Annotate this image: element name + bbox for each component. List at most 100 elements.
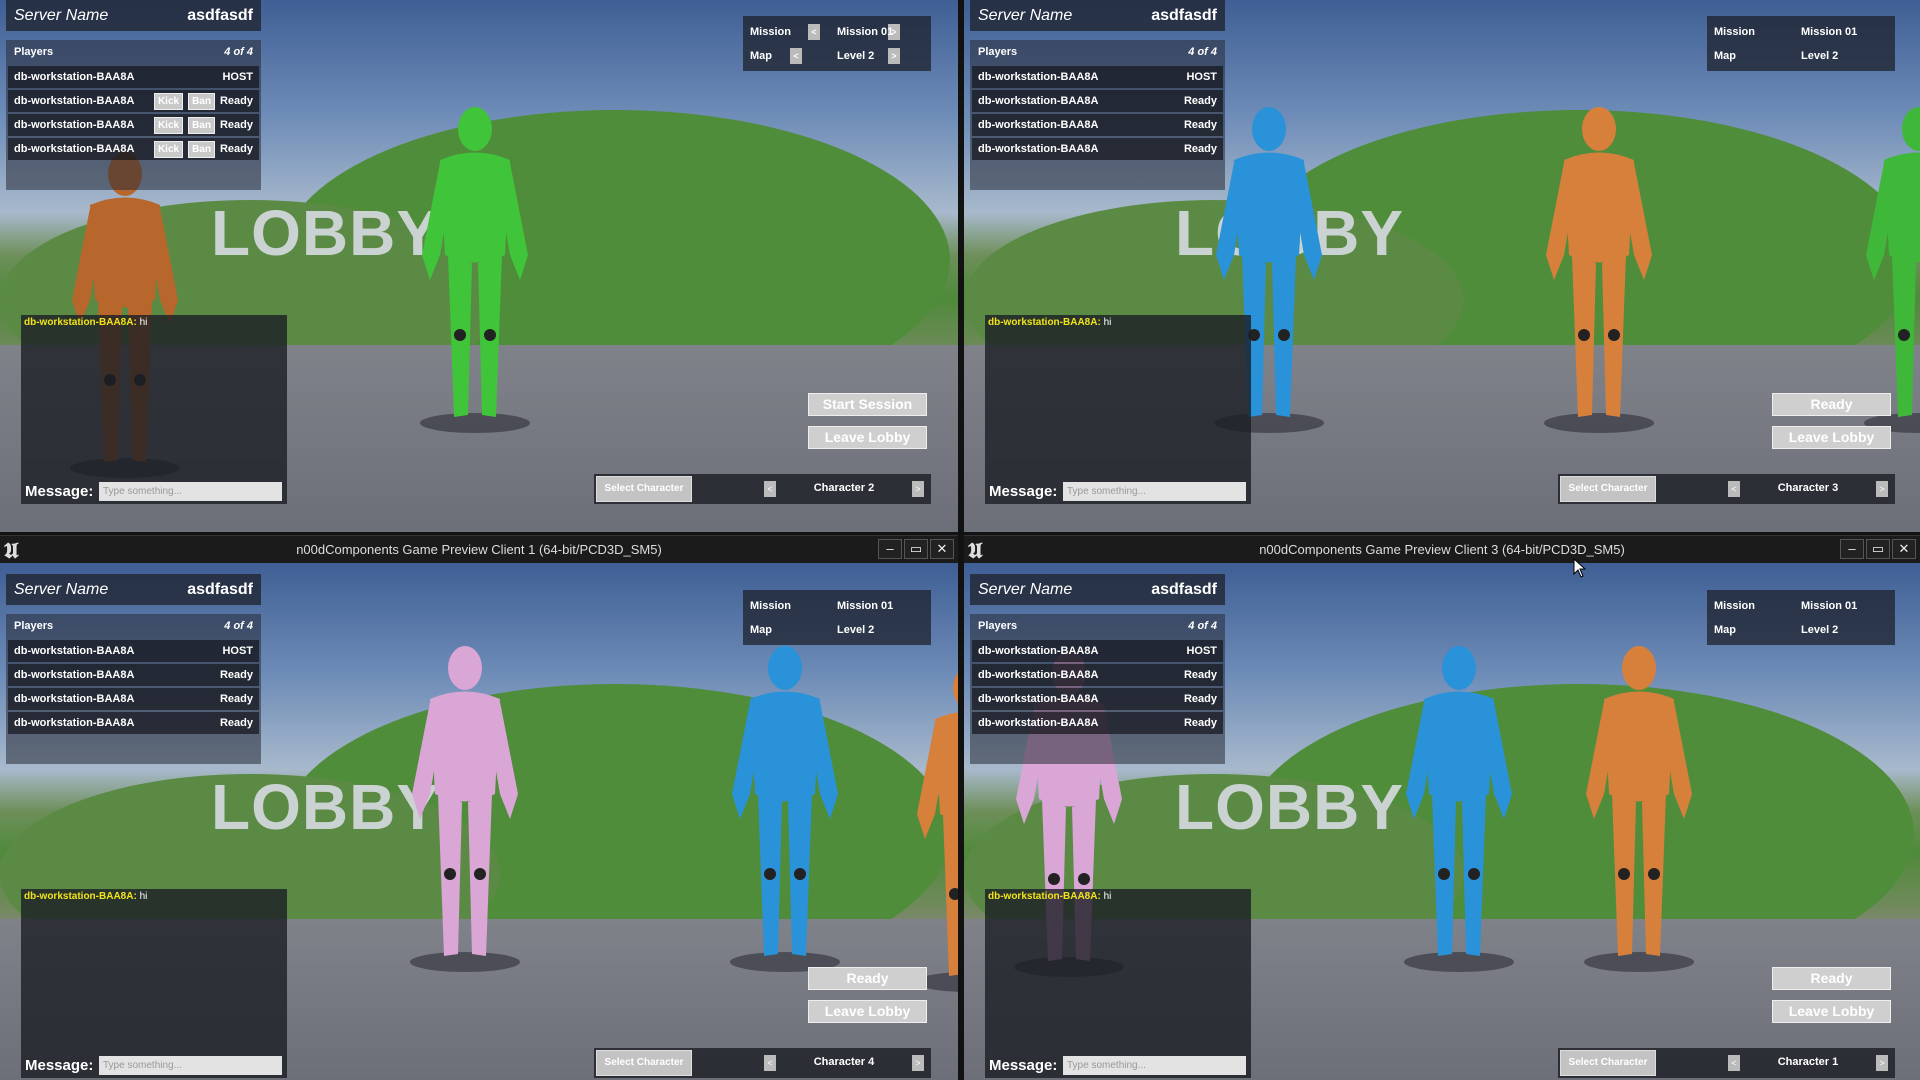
player-status: Ready: [219, 119, 253, 131]
character-value: Character 1: [1777, 1056, 1839, 1068]
window-titlebar[interactable]: 𝖀 n00dComponents Game Preview Client 3 (…: [964, 535, 1920, 564]
message-input[interactable]: Type something...: [99, 1056, 282, 1075]
chat-sender: db-workstation-BAA8A:: [988, 317, 1101, 328]
chat-message: db-workstation-BAA8A: hi: [24, 891, 147, 902]
players-panel: Players 4 of 4 db-workstation-BAA8A HOST …: [970, 40, 1225, 190]
maximize-button[interactable]: ▭: [904, 539, 928, 559]
map-value: Level 2: [837, 624, 875, 636]
message-input[interactable]: Type something...: [1063, 482, 1246, 501]
players-panel: Players 4 of 4 db-workstation-BAA8A HOST …: [6, 614, 261, 764]
ready-button[interactable]: Ready: [1772, 393, 1891, 416]
players-label: Players: [14, 620, 54, 632]
mission-value: Mission 01: [1801, 26, 1858, 38]
player-row: db-workstation-BAA8A HOST: [972, 66, 1223, 88]
character-model: [1544, 107, 1654, 433]
players-count: 4 of 4: [1188, 46, 1217, 58]
player-name: db-workstation-BAA8A: [978, 71, 1099, 83]
character-model: [1404, 646, 1514, 972]
server-name-label: Server Name: [978, 6, 1073, 24]
select-character-button[interactable]: Select Character: [1560, 476, 1656, 502]
minimize-button[interactable]: ‒: [1840, 539, 1864, 559]
player-row: db-workstation-BAA8A Ready: [972, 138, 1223, 160]
game-viewport: LOBBY Server Nameasdfasdf Players4 of 4 …: [0, 563, 958, 1080]
chat-message: db-workstation-BAA8A: hi: [24, 317, 147, 328]
message-label: Message:: [25, 483, 94, 500]
server-name-label: Server Name: [14, 580, 109, 598]
mission-panel: Mission Mission 01 Map Level 2: [1707, 590, 1895, 645]
player-status: Ready: [1183, 119, 1217, 131]
player-status: HOST: [1186, 71, 1217, 83]
chat-text: hi: [1103, 891, 1112, 902]
players-count: 4 of 4: [1188, 620, 1217, 632]
game-window-4: 𝖀 n00dComponents Game Preview Client 3 (…: [964, 535, 1920, 1080]
kick-button[interactable]: Kick: [153, 140, 184, 158]
close-button[interactable]: ✕: [1892, 539, 1916, 559]
player-status: Ready: [1183, 693, 1217, 705]
ready-button[interactable]: Ready: [1772, 967, 1891, 990]
leave-lobby-button[interactable]: Leave Lobby: [808, 1000, 927, 1023]
player-name: db-workstation-BAA8A: [978, 669, 1099, 681]
arrow-left-icon[interactable]: <: [1728, 481, 1740, 497]
players-count: 4 of 4: [224, 620, 253, 632]
start-session-button[interactable]: Start Session: [808, 393, 927, 416]
player-status: Ready: [219, 693, 253, 705]
ready-button[interactable]: Ready: [808, 967, 927, 990]
player-status: Ready: [1183, 95, 1217, 107]
arrow-right-icon[interactable]: >: [1876, 1055, 1888, 1071]
chat-sender: db-workstation-BAA8A:: [24, 317, 137, 328]
player-row: db-workstation-BAA8A HOST: [972, 640, 1223, 662]
arrow-left-icon[interactable]: <: [764, 481, 776, 497]
arrow-left-icon[interactable]: <: [808, 24, 820, 40]
mission-value: Mission 01: [837, 600, 894, 612]
mission-value: Mission 01: [837, 26, 894, 38]
character-model: [730, 646, 840, 972]
lobby-text: LOBBY: [211, 197, 440, 269]
player-status: Ready: [1183, 669, 1217, 681]
ban-button[interactable]: Ban: [188, 140, 215, 158]
player-row: db-workstation-BAA8A Kick Ban Ready: [8, 138, 259, 160]
mission-label: Mission: [750, 600, 791, 612]
player-name: db-workstation-BAA8A: [14, 645, 135, 657]
leave-lobby-button[interactable]: Leave Lobby: [1772, 426, 1891, 449]
game-window-3: 𝖀 n00dComponents Game Preview Client 1 (…: [0, 535, 958, 1080]
players-label: Players: [14, 46, 54, 58]
select-character-button[interactable]: Select Character: [596, 1050, 692, 1076]
message-input[interactable]: Type something...: [1063, 1056, 1246, 1075]
map-label: Map: [750, 624, 772, 636]
select-character-button[interactable]: Select Character: [1560, 1050, 1656, 1076]
player-name: db-workstation-BAA8A: [978, 645, 1099, 657]
server-name-panel: Server Name asdfasdf: [6, 0, 261, 31]
minimize-button[interactable]: ‒: [878, 539, 902, 559]
character-model: [1864, 107, 1920, 433]
arrow-right-icon[interactable]: >: [912, 481, 924, 497]
arrow-left-icon[interactable]: <: [764, 1055, 776, 1071]
character-value: Character 3: [1777, 482, 1839, 494]
chat-panel: db-workstation-BAA8A: hi Message: Type s…: [985, 889, 1251, 1078]
player-row: db-workstation-BAA8A Ready: [972, 712, 1223, 734]
window-titlebar[interactable]: 𝖀 n00dComponents Game Preview Client 1 (…: [0, 535, 958, 564]
close-button[interactable]: ✕: [930, 539, 954, 559]
player-name: db-workstation-BAA8A: [14, 71, 135, 83]
maximize-button[interactable]: ▭: [1866, 539, 1890, 559]
game-window-2: LOBBY Server Nameasdfasdf Players4 of 4 …: [964, 0, 1920, 532]
mission-panel: Mission Mission 01 Map Level 2: [1707, 16, 1895, 71]
arrow-right-icon[interactable]: >: [1876, 481, 1888, 497]
arrow-right-icon[interactable]: >: [912, 1055, 924, 1071]
kick-button[interactable]: Kick: [153, 116, 184, 134]
player-status: HOST: [222, 645, 253, 657]
ban-button[interactable]: Ban: [188, 92, 215, 110]
player-name: db-workstation-BAA8A: [14, 669, 135, 681]
arrow-right-icon[interactable]: >: [888, 48, 900, 64]
ban-button[interactable]: Ban: [188, 116, 215, 134]
message-input[interactable]: Type something...: [99, 482, 282, 501]
message-label: Message:: [25, 1057, 94, 1074]
character-model: [915, 672, 958, 992]
leave-lobby-button[interactable]: Leave Lobby: [1772, 1000, 1891, 1023]
leave-lobby-button[interactable]: Leave Lobby: [808, 426, 927, 449]
chat-panel: db-workstation-BAA8A: hi Message: Type s…: [985, 315, 1251, 504]
kick-button[interactable]: Kick: [153, 92, 184, 110]
select-character-button[interactable]: Select Character: [596, 476, 692, 502]
arrow-left-icon[interactable]: <: [1728, 1055, 1740, 1071]
server-name-label: Server Name: [978, 580, 1073, 598]
arrow-left-icon[interactable]: <: [790, 48, 802, 64]
